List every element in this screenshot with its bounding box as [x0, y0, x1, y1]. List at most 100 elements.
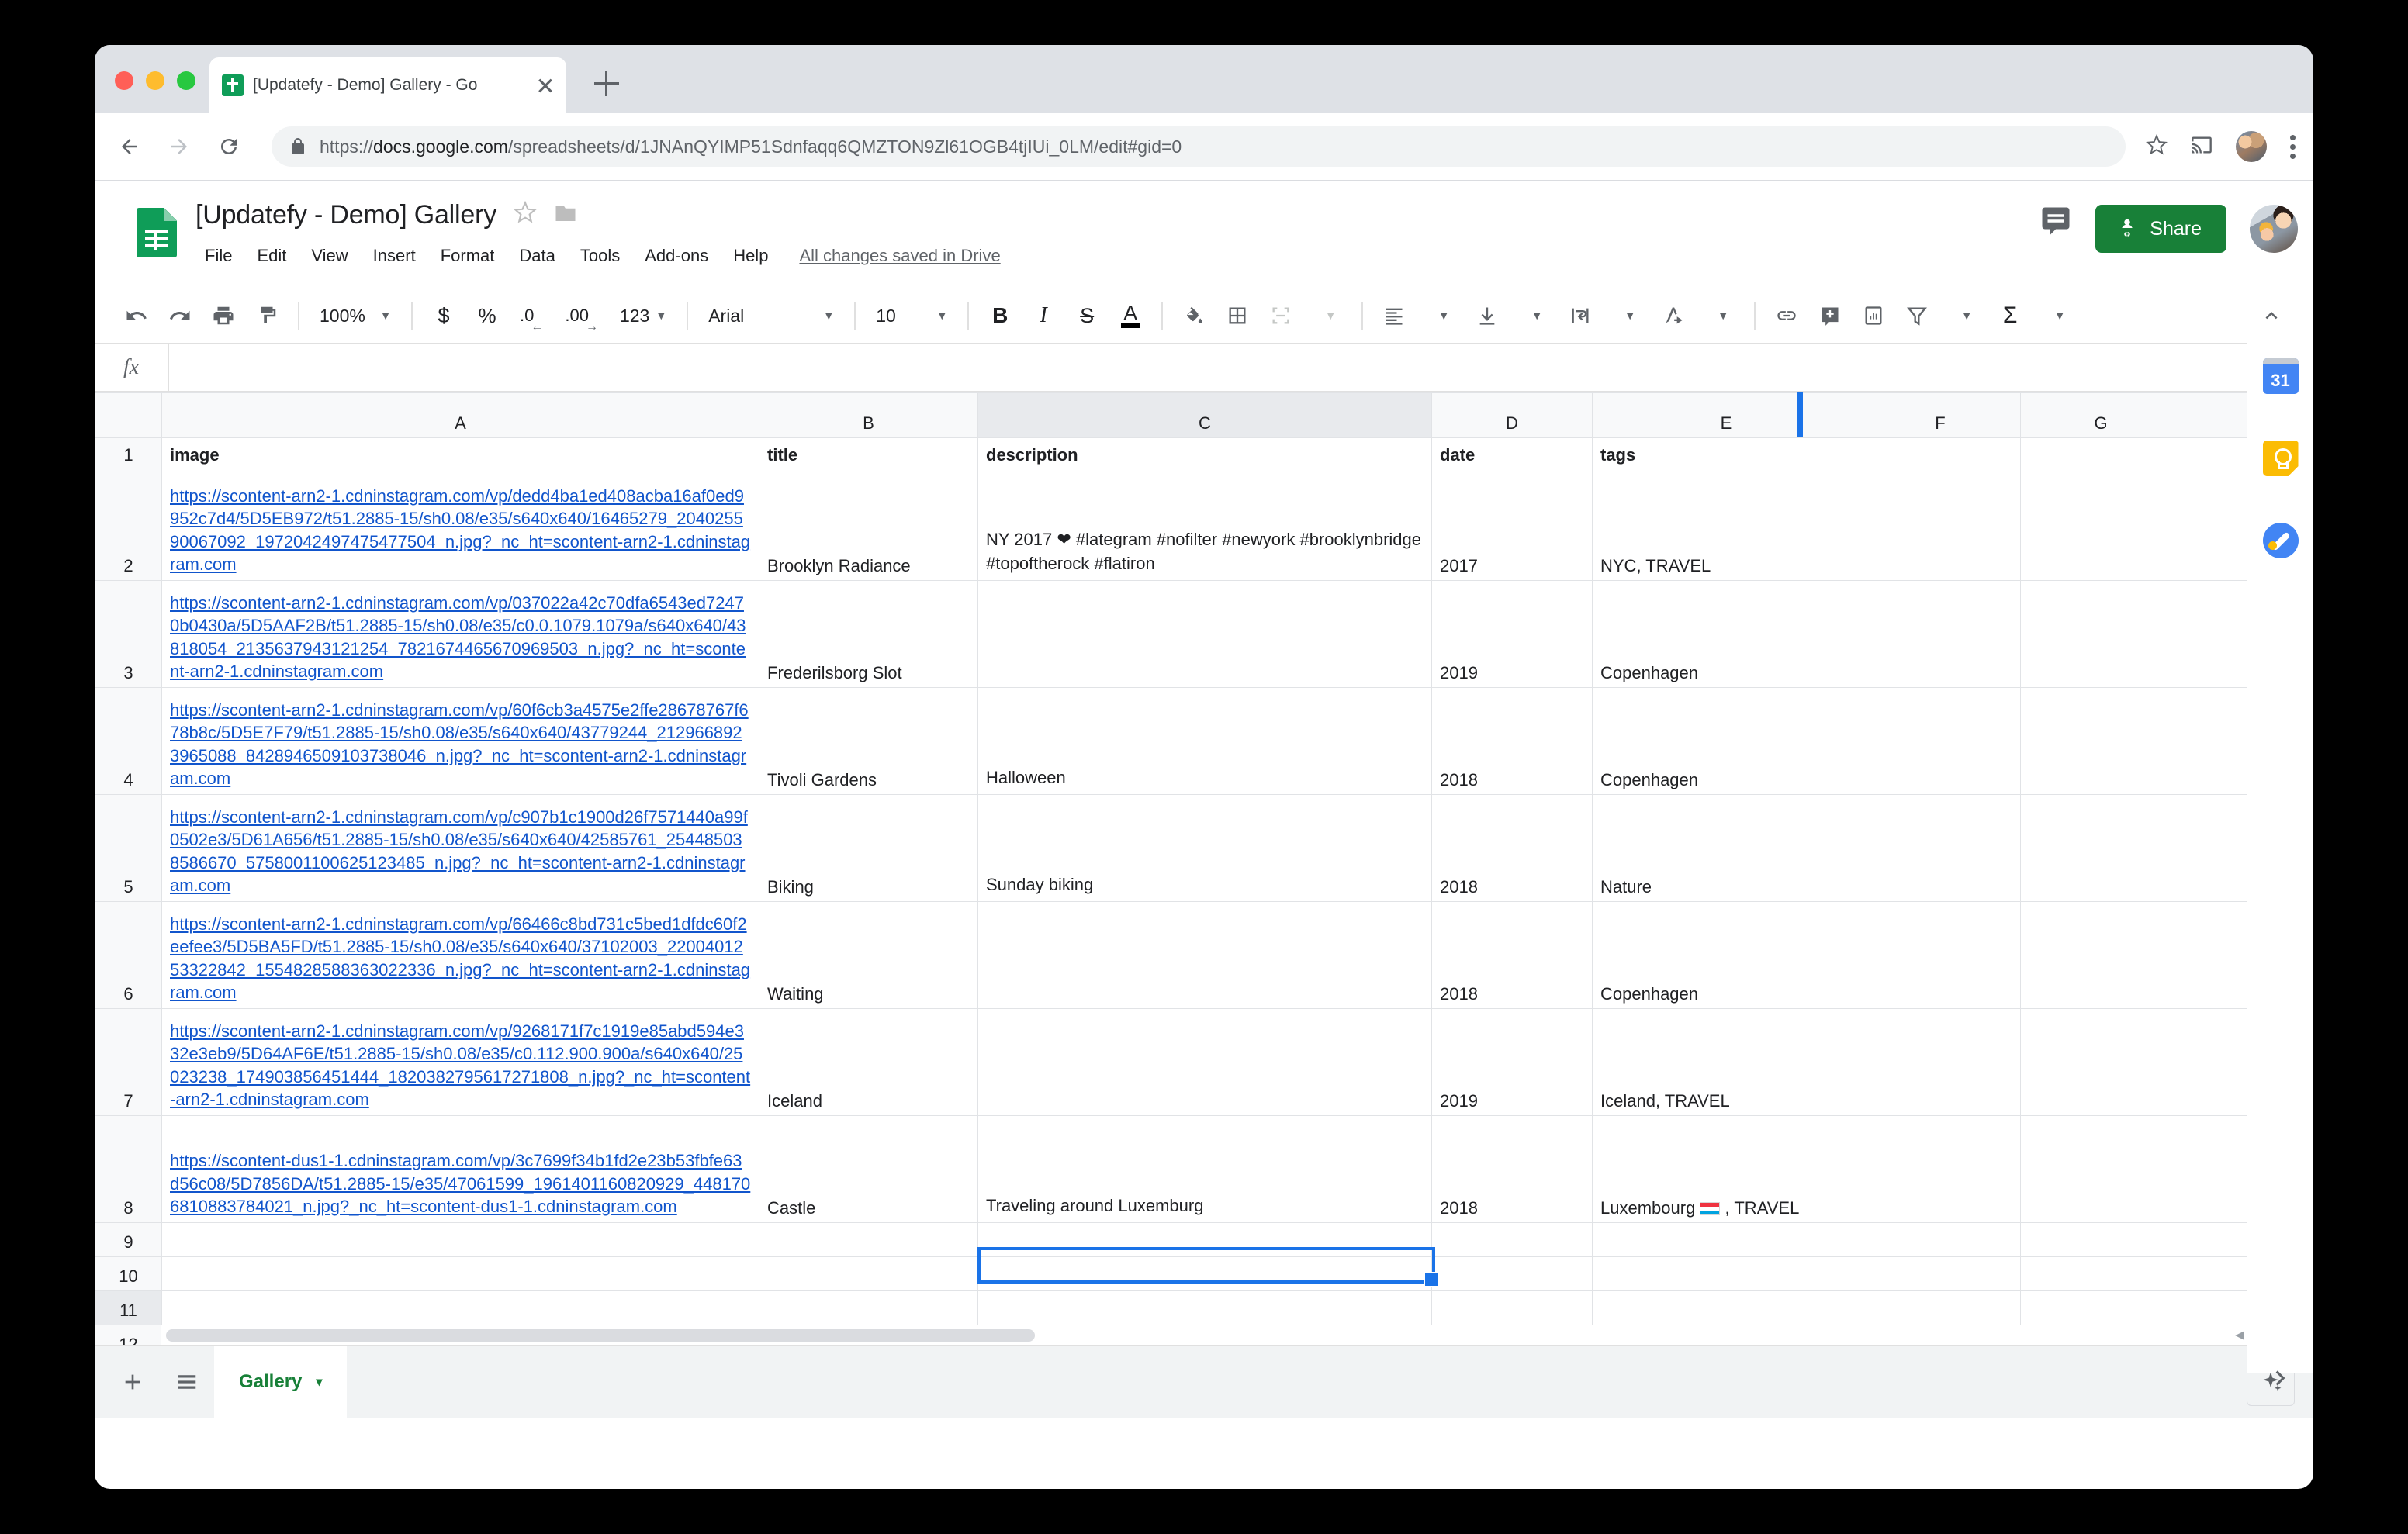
filter-chevron-down-icon[interactable]: ▼ — [1945, 294, 1988, 337]
cell-d7[interactable]: 2019 — [1431, 1008, 1593, 1116]
row-header-1[interactable]: 1 — [95, 437, 162, 472]
currency-format-button[interactable]: $ — [422, 294, 465, 337]
text-rotation-icon[interactable] — [1652, 294, 1695, 337]
cell-b8[interactable]: Castle — [759, 1115, 978, 1223]
cell-b3[interactable]: Frederilsborg Slot — [759, 580, 978, 688]
bold-button[interactable]: B — [978, 294, 1022, 337]
new-tab-icon[interactable] — [591, 68, 622, 99]
menu-view[interactable]: View — [299, 241, 360, 271]
cell-b1[interactable]: title — [759, 437, 978, 472]
cell-a8[interactable]: https://scontent-dus1-1.cdninstagram.com… — [161, 1115, 759, 1223]
column-resize-handle[interactable] — [1797, 392, 1803, 437]
cell-b10[interactable] — [759, 1256, 978, 1291]
cell-f1[interactable] — [1860, 437, 2021, 472]
cast-icon[interactable] — [2191, 134, 2213, 160]
address-bar[interactable]: https://docs.google.com/spreadsheets/d/1… — [272, 126, 2126, 167]
horizontal-scrollbar[interactable] — [161, 1325, 2220, 1345]
row-header-9[interactable]: 9 — [95, 1222, 162, 1257]
cell-e7[interactable]: Iceland, TRAVEL — [1592, 1008, 1860, 1116]
column-header-e[interactable]: E — [1592, 392, 1860, 438]
forward-icon[interactable] — [160, 127, 199, 166]
reload-icon[interactable] — [209, 127, 248, 166]
cell-f4[interactable] — [1860, 687, 2021, 795]
share-button[interactable]: Share — [2095, 205, 2226, 253]
row-header-3[interactable]: 3 — [95, 580, 162, 688]
cell-e6[interactable]: Copenhagen — [1592, 901, 1860, 1009]
cell-e10[interactable] — [1592, 1256, 1860, 1291]
redo-icon[interactable] — [158, 294, 202, 337]
chart-icon[interactable] — [1852, 294, 1895, 337]
cell-a5[interactable]: https://scontent-arn2-1.cdninstagram.com… — [161, 794, 759, 902]
cell-f6[interactable] — [1860, 901, 2021, 1009]
collapse-toolbar-icon[interactable] — [2250, 294, 2293, 337]
cell-b11[interactable] — [759, 1290, 978, 1325]
add-sheet-icon[interactable] — [106, 1355, 160, 1409]
paint-format-icon[interactable] — [245, 294, 289, 337]
cell-e4[interactable]: Copenhagen — [1592, 687, 1860, 795]
cell-f8[interactable] — [1860, 1115, 2021, 1223]
comment-history-icon[interactable] — [2040, 205, 2072, 241]
column-header-c[interactable]: C — [977, 392, 1432, 438]
cell-e3[interactable]: Copenhagen — [1592, 580, 1860, 688]
star-document-icon[interactable] — [513, 200, 538, 230]
cell-f11[interactable] — [1860, 1290, 2021, 1325]
save-status-link[interactable]: All changes saved in Drive — [799, 246, 1000, 266]
cell-d8[interactable]: 2018 — [1431, 1115, 1593, 1223]
cell-c1[interactable]: description — [977, 437, 1432, 472]
image-url-link[interactable]: https://scontent-arn2-1.cdninstagram.com… — [170, 914, 750, 1003]
cell-f2[interactable] — [1860, 472, 2021, 581]
more-formats-selector[interactable]: 123 ▼ — [609, 294, 677, 337]
image-url-link[interactable]: https://scontent-arn2-1.cdninstagram.com… — [170, 807, 748, 896]
chrome-profile-avatar[interactable] — [2236, 131, 2267, 162]
cell-a10[interactable] — [161, 1256, 759, 1291]
cell-e11[interactable] — [1592, 1290, 1860, 1325]
image-url-link[interactable]: https://scontent-arn2-1.cdninstagram.com… — [170, 593, 746, 682]
row-header-8[interactable]: 8 — [95, 1115, 162, 1223]
menu-data[interactable]: Data — [507, 241, 567, 271]
image-url-link[interactable]: https://scontent-dus1-1.cdninstagram.com… — [170, 1151, 750, 1216]
google-tasks-icon[interactable] — [2262, 523, 2299, 558]
row-header-10[interactable]: 10 — [95, 1256, 162, 1291]
cell-e8[interactable]: Luxembourg , TRAVEL — [1592, 1115, 1860, 1223]
column-header-a[interactable]: A — [161, 392, 759, 438]
filter-icon[interactable] — [1895, 294, 1939, 337]
chrome-menu-icon[interactable] — [2290, 134, 2298, 159]
cell-f9[interactable] — [1860, 1222, 2021, 1257]
cell-a4[interactable]: https://scontent-arn2-1.cdninstagram.com… — [161, 687, 759, 795]
cell-d4[interactable]: 2018 — [1431, 687, 1593, 795]
select-all-corner[interactable] — [95, 392, 162, 438]
menu-edit[interactable]: Edit — [244, 241, 299, 271]
cell-b2[interactable]: Brooklyn Radiance — [759, 472, 978, 581]
cell-c10[interactable] — [977, 1256, 1432, 1291]
cell-a1[interactable]: image — [161, 437, 759, 472]
strikethrough-button[interactable]: S — [1065, 294, 1109, 337]
cell-c4[interactable]: Halloween — [977, 687, 1432, 795]
move-to-folder-icon[interactable] — [554, 203, 577, 227]
cell-g2[interactable] — [2020, 472, 2181, 581]
borders-icon[interactable] — [1216, 294, 1259, 337]
page-title[interactable]: [Updatefy - Demo] Gallery — [195, 200, 496, 230]
browser-tab[interactable]: [Updatefy - Demo] Gallery - Go — [209, 57, 566, 113]
cell-c2[interactable]: NY 2017 ❤ #lategram #nofilter #newyork #… — [977, 472, 1432, 581]
increase-decimal-button[interactable]: .00 → — [554, 294, 609, 337]
font-family-selector[interactable]: Arial ▼ — [697, 294, 845, 337]
italic-button[interactable]: I — [1022, 294, 1065, 337]
google-keep-icon[interactable] — [2262, 441, 2299, 476]
cell-d1[interactable]: date — [1431, 437, 1593, 472]
text-wrap-icon[interactable] — [1559, 294, 1602, 337]
font-size-selector[interactable]: 10 ▼ — [865, 294, 958, 337]
cell-b4[interactable]: Tivoli Gardens — [759, 687, 978, 795]
cell-d2[interactable]: 2017 — [1431, 472, 1593, 581]
cell-e9[interactable] — [1592, 1222, 1860, 1257]
text-rotation-chevron-down-icon[interactable]: ▼ — [1701, 294, 1745, 337]
cell-e2[interactable]: NYC, TRAVEL — [1592, 472, 1860, 581]
image-url-link[interactable]: https://scontent-arn2-1.cdninstagram.com… — [170, 486, 750, 575]
cell-c6[interactable] — [977, 901, 1432, 1009]
row-header-5[interactable]: 5 — [95, 794, 162, 902]
menu-file[interactable]: File — [192, 241, 244, 271]
cell-d11[interactable] — [1431, 1290, 1593, 1325]
chevron-down-icon[interactable]: ▾ — [316, 1374, 322, 1390]
cell-d5[interactable]: 2018 — [1431, 794, 1593, 902]
bookmark-star-icon[interactable] — [2146, 133, 2168, 160]
cell-a2[interactable]: https://scontent-arn2-1.cdninstagram.com… — [161, 472, 759, 581]
